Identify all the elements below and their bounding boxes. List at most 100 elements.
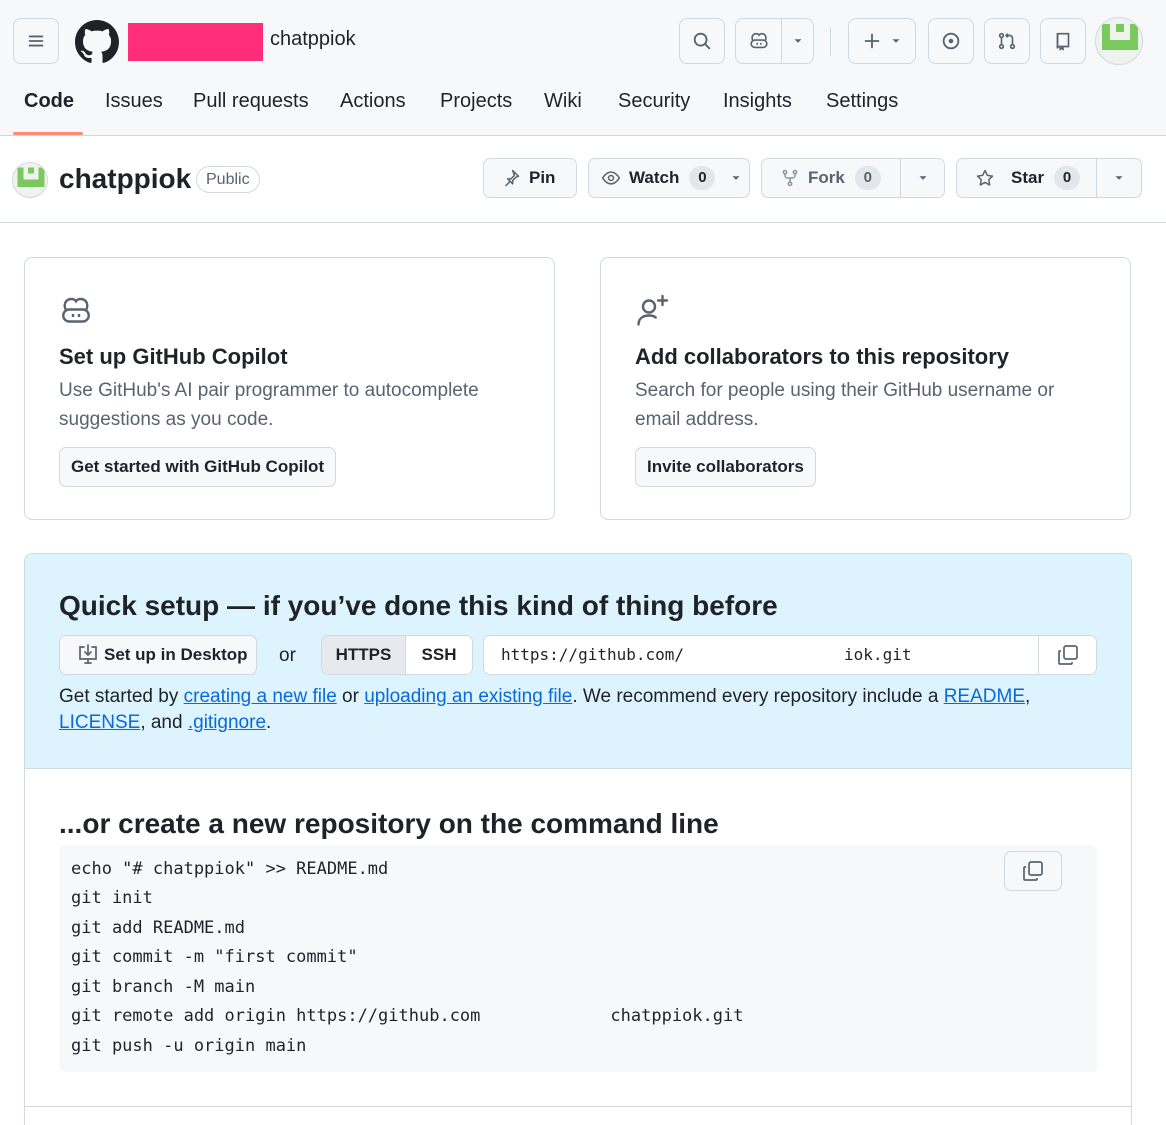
tab-issues[interactable]: Issues xyxy=(105,90,163,113)
fork-button[interactable]: Fork 0 xyxy=(762,159,900,197)
license-link[interactable]: LICENSE xyxy=(59,712,140,733)
ssh-tab[interactable]: SSH xyxy=(406,636,472,674)
code-line: git branch -M main xyxy=(71,977,256,997)
visibility-badge: Public xyxy=(196,166,260,193)
pull-requests-button[interactable] xyxy=(984,18,1030,64)
help-text: or xyxy=(336,686,365,707)
tab-projects[interactable]: Projects xyxy=(440,90,512,113)
copilot-setup-card: Set up GitHub Copilot Use GitHub's AI pa… xyxy=(24,257,555,520)
clone-url-text[interactable]: https://github.com/iok.git xyxy=(484,645,911,666)
create-file-link[interactable]: creating a new file xyxy=(184,686,337,707)
star-button-group[interactable]: Star 0 xyxy=(956,158,1142,198)
search-button[interactable] xyxy=(679,18,725,64)
chevron-down-icon xyxy=(919,176,926,180)
help-text: , xyxy=(1025,686,1031,707)
star-button[interactable]: Star 0 xyxy=(957,159,1096,197)
avatar-identicon xyxy=(17,167,45,187)
star-label: Star xyxy=(1011,168,1045,187)
code-line: git push -u origin main xyxy=(71,1036,307,1056)
collaborators-card-description: Search for people using their GitHub use… xyxy=(635,380,1055,430)
watch-dropdown[interactable] xyxy=(719,159,753,197)
copilot-button[interactable] xyxy=(736,19,782,63)
help-text: . xyxy=(266,712,272,733)
tab-security[interactable]: Security xyxy=(618,90,690,113)
watch-label: Watch xyxy=(629,168,680,187)
clone-url-suffix: iok.git xyxy=(844,644,912,664)
gitignore-link[interactable]: .gitignore xyxy=(188,712,266,733)
issues-button[interactable] xyxy=(928,18,974,64)
readme-link[interactable]: README xyxy=(944,686,1025,707)
protocol-toggle[interactable]: HTTPS SSH xyxy=(321,635,473,675)
code-line: git add README.md xyxy=(71,918,245,938)
plus-icon xyxy=(864,33,880,49)
help-text: , and xyxy=(140,712,188,733)
copy-icon xyxy=(1057,645,1078,665)
repo-icon xyxy=(1056,32,1070,51)
active-tab-indicator xyxy=(13,132,83,135)
fork-button-group[interactable]: Fork 0 xyxy=(761,158,945,198)
pull-request-icon xyxy=(998,32,1016,50)
app-header: chatppiok Code Issues Pull requests Acti… xyxy=(0,0,1166,136)
issues-icon xyxy=(942,32,960,50)
get-started-copilot-button[interactable]: Get started with GitHub Copilot xyxy=(59,447,337,487)
menu-icon xyxy=(28,35,44,47)
copilot-button-group[interactable] xyxy=(735,18,814,64)
chevron-down-icon xyxy=(794,39,801,43)
watch-count: 0 xyxy=(689,166,716,190)
quick-setup-header: Quick setup — if you’ve done this kind o… xyxy=(25,554,1131,769)
github-logo[interactable] xyxy=(75,20,119,64)
chevron-down-icon xyxy=(732,176,740,180)
header-divider xyxy=(830,28,831,56)
watch-button[interactable]: Watch 0 xyxy=(588,158,750,198)
https-tab[interactable]: HTTPS xyxy=(322,636,406,674)
copy-commands-button[interactable] xyxy=(1004,851,1062,891)
cli-code-block: echo "# chatppiok" >> README.md git init… xyxy=(59,845,1097,1072)
setup-desktop-label: Set up in Desktop xyxy=(104,645,248,664)
invite-collaborators-button[interactable]: Invite collaborators xyxy=(635,447,816,487)
tab-code[interactable]: Code xyxy=(24,90,74,113)
code-remote-suffix: chatppiok.git xyxy=(610,1006,744,1026)
fork-count: 0 xyxy=(854,166,881,190)
breadcrumb-repo[interactable]: chatppiok xyxy=(270,28,356,51)
copy-url-button[interactable] xyxy=(1038,635,1096,675)
create-new-button[interactable] xyxy=(848,18,916,64)
quick-setup-panel: Quick setup — if you’ve done this kind o… xyxy=(24,553,1132,1125)
pin-icon xyxy=(505,169,520,187)
title-divider xyxy=(0,222,1166,223)
repo-title[interactable]: chatppiok xyxy=(59,163,191,195)
tab-wiki[interactable]: Wiki xyxy=(544,90,582,113)
owner-name-redacted[interactable] xyxy=(128,23,263,61)
repositories-button[interactable] xyxy=(1040,18,1086,64)
copilot-icon xyxy=(62,297,90,323)
quick-setup-title: Quick setup — if you’ve done this kind o… xyxy=(59,590,778,621)
tab-actions[interactable]: Actions xyxy=(340,90,406,113)
clone-url-input[interactable]: https://github.com/iok.git xyxy=(483,635,1097,675)
quick-setup-help: Get started by creating a new file or up… xyxy=(59,684,1099,736)
repo-owner-avatar xyxy=(12,162,48,198)
help-text: Get started by xyxy=(59,686,184,707)
chevron-down-icon xyxy=(1115,176,1123,180)
avatar-identicon xyxy=(1102,24,1138,50)
star-dropdown[interactable] xyxy=(1096,159,1141,197)
help-text: . We recommend every repository include … xyxy=(572,686,944,707)
tab-pull-requests[interactable]: Pull requests xyxy=(193,90,309,113)
tab-insights[interactable]: Insights xyxy=(723,90,792,113)
setup-desktop-button[interactable]: Set up in Desktop xyxy=(59,635,257,675)
user-avatar[interactable] xyxy=(1095,17,1143,65)
copilot-dropdown[interactable] xyxy=(782,34,813,48)
collaborators-card: Add collaborators to this repository Sea… xyxy=(600,257,1131,520)
desktop-download-icon xyxy=(79,644,97,664)
clone-url-prefix: https://github.com/ xyxy=(501,644,685,664)
tab-settings[interactable]: Settings xyxy=(826,90,898,113)
upload-file-link[interactable]: uploading an existing file xyxy=(364,686,572,707)
person-add-icon xyxy=(637,294,669,326)
url-redacted-segment xyxy=(684,645,845,666)
search-icon xyxy=(693,32,711,50)
code-line-remote: git remote add origin https://github.com… xyxy=(71,1006,743,1026)
code-redacted-segment xyxy=(480,1006,611,1026)
star-icon xyxy=(976,169,994,186)
copy-icon xyxy=(1023,861,1043,881)
pin-button[interactable]: Pin xyxy=(483,158,577,198)
menu-button[interactable] xyxy=(13,18,59,64)
fork-dropdown[interactable] xyxy=(900,159,944,197)
